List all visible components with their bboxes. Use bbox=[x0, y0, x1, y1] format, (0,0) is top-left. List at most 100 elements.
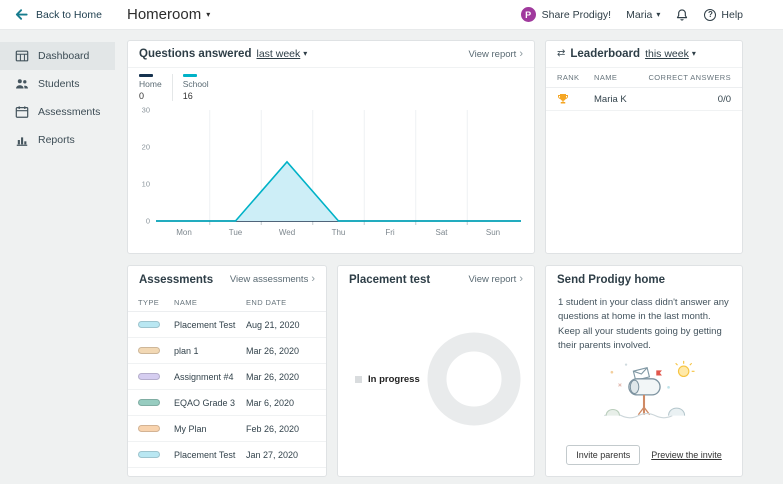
send-home-actions: Invite parents Preview the invite bbox=[546, 445, 742, 465]
view-report-link[interactable]: View report bbox=[468, 49, 523, 60]
svg-text:Mon: Mon bbox=[176, 228, 192, 237]
bar-chart-icon bbox=[15, 133, 29, 147]
invite-parents-button[interactable]: Invite parents bbox=[566, 445, 641, 465]
svg-text:Sat: Sat bbox=[435, 228, 448, 237]
leaderboard-swap-icon bbox=[557, 49, 565, 59]
send-home-header: Send Prodigy home bbox=[546, 266, 742, 293]
notifications-button[interactable] bbox=[675, 8, 689, 22]
placement-header: Placement test View report bbox=[338, 266, 534, 293]
assessment-row: plan 1 Mar 26, 2020 bbox=[128, 338, 326, 364]
card-title: Leaderboard bbox=[570, 48, 641, 60]
assessment-type-badge bbox=[138, 321, 160, 328]
svg-text:Sun: Sun bbox=[486, 228, 500, 237]
bell-icon bbox=[675, 8, 689, 22]
chevron-right-icon bbox=[311, 274, 315, 285]
view-report-link[interactable]: View report bbox=[468, 274, 523, 285]
placement-content: In progress bbox=[338, 331, 534, 427]
svg-text:Tue: Tue bbox=[229, 228, 243, 237]
leaderboard-column-headers: RANK NAME CORRECT ANSWERS bbox=[546, 68, 742, 88]
sidebar-item-label: Assessments bbox=[38, 106, 101, 118]
assessment-row: Placement Test Aug 21, 2020 bbox=[128, 312, 326, 338]
questions-card-header: Questions answered last week View report bbox=[128, 41, 534, 68]
time-filter-dropdown[interactable]: last week bbox=[256, 48, 307, 60]
topbar: Back to Home Homeroom Share Prodigy! Mar… bbox=[0, 0, 783, 30]
topbar-right: Share Prodigy! Maria Help bbox=[520, 7, 743, 22]
assessment-type-badge bbox=[138, 347, 160, 354]
sidebar-item-label: Reports bbox=[38, 134, 75, 146]
svg-text:20: 20 bbox=[142, 142, 150, 151]
svg-text:Fri: Fri bbox=[385, 228, 395, 237]
svg-text:Wed: Wed bbox=[279, 228, 295, 237]
user-name: Maria bbox=[626, 8, 653, 21]
home-series-swatch bbox=[139, 74, 153, 77]
back-arrow-icon bbox=[14, 7, 29, 22]
chevron-right-icon bbox=[519, 274, 523, 285]
leaderboard-row: Maria K 0/0 bbox=[546, 88, 742, 111]
send-home-description: 1 student in your class didn't answer an… bbox=[558, 297, 729, 351]
sidebar-item-reports[interactable]: Reports bbox=[0, 126, 115, 154]
view-assessments-link[interactable]: View assessments bbox=[230, 274, 315, 285]
questions-answered-chart: 0 10 20 30 Mon Tue Wed Thu Fri Sat Sun bbox=[142, 105, 521, 237]
assessment-type-badge bbox=[138, 373, 160, 380]
svg-text:10: 10 bbox=[142, 179, 150, 188]
classroom-title-dropdown[interactable]: Homeroom bbox=[127, 6, 210, 23]
share-prodigy-label: Share Prodigy! bbox=[541, 8, 612, 21]
school-series-swatch bbox=[182, 74, 197, 77]
svg-text:0: 0 bbox=[146, 216, 150, 225]
assessment-row: Assignment #4 Mar 26, 2020 bbox=[128, 364, 326, 390]
dashboard-icon bbox=[15, 49, 29, 63]
student-name: Maria K bbox=[594, 93, 627, 105]
trophy-icon bbox=[557, 93, 594, 105]
placement-legend-label: In progress bbox=[368, 373, 420, 385]
assessment-row: EQAO Grade 3 Mar 6, 2020 bbox=[128, 390, 326, 416]
svg-text:Thu: Thu bbox=[332, 228, 346, 237]
share-prodigy-button[interactable]: Share Prodigy! bbox=[520, 7, 612, 22]
leaderboard-header: Leaderboard this week bbox=[546, 41, 742, 68]
svg-text:30: 30 bbox=[142, 105, 150, 114]
assessment-row: Placement Test Jan 27, 2020 bbox=[128, 442, 326, 468]
card-title: Assessments bbox=[139, 273, 214, 286]
legend-item-home: Home 0 bbox=[139, 74, 162, 101]
assessments-column-headers: TYPE NAME END DATE bbox=[128, 293, 326, 312]
assessment-type-badge bbox=[138, 399, 160, 406]
chevron-down-icon bbox=[303, 50, 307, 58]
sidebar-item-label: Dashboard bbox=[38, 50, 90, 62]
back-to-home-label: Back to Home bbox=[36, 8, 102, 21]
send-prodigy-home-card: Send Prodigy home 1 student in your clas… bbox=[545, 265, 743, 477]
user-menu[interactable]: Maria bbox=[626, 9, 660, 21]
questions-answered-card: Questions answered last week View report… bbox=[127, 40, 535, 254]
chevron-right-icon bbox=[519, 49, 523, 60]
assessment-row: My Plan Feb 26, 2020 bbox=[128, 416, 326, 442]
students-icon bbox=[15, 77, 29, 91]
sidebar: Dashboard Students Assessments Reports bbox=[0, 30, 115, 484]
legend-item-school: School 16 bbox=[182, 74, 209, 101]
assessment-type-badge bbox=[138, 425, 160, 432]
placement-legend-swatch bbox=[355, 375, 362, 383]
assessment-type-badge bbox=[138, 451, 160, 458]
assessments-card: Assessments View assessments TYPE NAME E… bbox=[127, 265, 327, 477]
sidebar-item-students[interactable]: Students bbox=[0, 70, 115, 98]
card-title: Questions answered bbox=[139, 48, 252, 60]
mailbox-illustration bbox=[546, 359, 742, 427]
correct-answers-value: 0/0 bbox=[717, 93, 731, 105]
chevron-down-icon bbox=[656, 11, 660, 19]
chevron-down-icon bbox=[206, 11, 210, 19]
help-label: Help bbox=[721, 8, 743, 21]
preview-invite-link[interactable]: Preview the invite bbox=[651, 450, 722, 460]
placement-donut bbox=[427, 332, 521, 426]
help-icon bbox=[704, 8, 717, 21]
calendar-icon bbox=[15, 105, 29, 119]
card-title: Send Prodigy home bbox=[557, 273, 665, 286]
chevron-down-icon bbox=[692, 50, 696, 58]
placement-test-card: Placement test View report In progress bbox=[337, 265, 535, 477]
sidebar-item-assessments[interactable]: Assessments bbox=[0, 98, 115, 126]
page-title: Homeroom bbox=[127, 6, 202, 23]
leaderboard-card: Leaderboard this week RANK NAME CORRECT … bbox=[545, 40, 743, 254]
sidebar-item-dashboard[interactable]: Dashboard bbox=[0, 42, 115, 70]
chart-legend: Home 0 School 16 bbox=[128, 68, 534, 101]
leaderboard-filter-dropdown[interactable]: this week bbox=[645, 48, 696, 60]
back-to-home-button[interactable]: Back to Home bbox=[14, 7, 127, 22]
sidebar-item-label: Students bbox=[38, 78, 80, 90]
assessments-header: Assessments View assessments bbox=[128, 266, 326, 293]
help-button[interactable]: Help bbox=[704, 8, 743, 21]
